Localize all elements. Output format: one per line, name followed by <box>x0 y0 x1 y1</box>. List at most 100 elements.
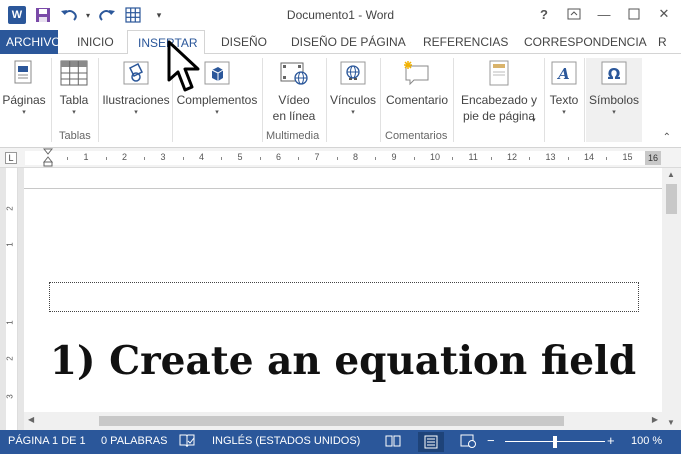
scroll-right-icon[interactable]: ▶ <box>652 415 658 424</box>
group-separator <box>326 58 327 142</box>
ruler-number: 11 <box>468 152 478 162</box>
tab-diseno-de-pagina[interactable]: DISEÑO DE PÁGINA <box>281 30 416 54</box>
vruler-number: 1 <box>5 242 15 247</box>
horizontal-scrollbar[interactable]: ◀ ▶ <box>24 412 662 430</box>
vertical-scrollbar[interactable]: ▲ ▼ <box>662 168 681 430</box>
text-box-icon: A <box>549 58 579 88</box>
online-video-button[interactable]: Vídeo en línea <box>268 58 320 124</box>
text-button[interactable]: A Texto ▾ <box>546 58 582 118</box>
zoom-in-button[interactable]: + <box>607 433 615 448</box>
ruler-number: 8 <box>353 152 359 162</box>
ruler-number: 10 <box>430 152 441 162</box>
ruler-tick <box>413 157 415 160</box>
group-separator <box>584 58 585 142</box>
online-video-icon <box>279 58 309 88</box>
table-icon <box>59 58 89 88</box>
tab-referencias[interactable]: REFERENCIAS <box>413 30 518 54</box>
ruler-tick <box>259 157 261 160</box>
omega-icon: Ω <box>599 58 629 88</box>
ruler-tick <box>490 157 492 160</box>
group-separator <box>51 58 52 142</box>
ruler-number: 7 <box>314 152 320 162</box>
table-button[interactable]: Tabla ▾ <box>54 58 94 118</box>
symbols-button[interactable]: Ω Símbolos ▾ <box>586 58 642 142</box>
help-button[interactable]: ? <box>531 3 557 25</box>
ribbon-insertar: Páginas ▾ Tabla ▾ Tablas Ilustraciones ▾… <box>0 54 681 148</box>
group-separator <box>380 58 381 142</box>
vertical-scroll-thumb[interactable] <box>666 184 677 214</box>
horizontal-ruler[interactable]: L 1 2 3 4 5 6 7 8 9 10 11 12 13 14 15 16 <box>0 148 681 168</box>
tab-selector[interactable]: L <box>5 152 17 164</box>
ruler-strip <box>25 151 661 165</box>
vertical-ruler[interactable]: 2 1 1 2 3 <box>6 168 18 430</box>
scroll-up-icon[interactable]: ▲ <box>667 170 675 179</box>
ruler-number: 3 <box>160 152 166 162</box>
collapse-ribbon-icon[interactable]: ⌃ <box>663 132 671 143</box>
read-mode-icon[interactable] <box>385 434 401 451</box>
ruler-tick <box>221 157 223 160</box>
ruler-number: 13 <box>545 152 556 162</box>
illustrations-button[interactable]: Ilustraciones ▾ <box>101 58 171 118</box>
tab-archivo[interactable]: ARCHIVO <box>0 30 61 54</box>
ruler-number: 5 <box>237 152 243 162</box>
zoom-out-button[interactable]: − <box>487 433 495 448</box>
group-label-comentarios: Comentarios <box>385 130 448 142</box>
ruler-number: 9 <box>391 152 397 162</box>
tab-inicio[interactable]: INICIO <box>67 30 124 54</box>
ruler-tick <box>182 157 184 160</box>
new-comment-icon <box>402 58 432 88</box>
word-count[interactable]: 0 PALABRAS <box>101 435 167 447</box>
ruler-number: 4 <box>199 152 205 162</box>
proofing-icon[interactable] <box>179 434 195 451</box>
ribbon-display-options-icon[interactable] <box>561 3 587 25</box>
scroll-left-icon[interactable]: ◀ <box>28 415 34 424</box>
group-separator <box>262 58 263 142</box>
comment-button[interactable]: Comentario <box>383 58 451 108</box>
ruler-number: 1 <box>83 152 89 162</box>
print-layout-icon[interactable] <box>418 432 444 452</box>
ruler-number: 6 <box>276 152 282 162</box>
store-icon <box>202 58 232 88</box>
ruler-number: 15 <box>622 152 633 162</box>
title-bar: W ▾ ▾ Documento1 - Word ? — ✕ <box>0 0 681 30</box>
language[interactable]: INGLÉS (ESTADOS UNIDOS) <box>212 435 360 447</box>
close-button[interactable]: ✕ <box>651 3 677 25</box>
pages-button[interactable]: Páginas ▾ <box>2 58 46 118</box>
restore-icon[interactable] <box>621 3 647 25</box>
horizontal-scroll-thumb[interactable] <box>99 416 564 426</box>
header-footer-icon <box>484 58 514 88</box>
ruler-number: 12 <box>507 152 518 162</box>
zoom-slider-thumb[interactable] <box>553 436 557 448</box>
tab-diseno[interactable]: DISEÑO <box>211 30 277 54</box>
group-separator <box>98 58 99 142</box>
group-separator <box>453 58 454 142</box>
tab-correspondencia[interactable]: CORRESPONDENCIA <box>514 30 657 54</box>
ruler-tick <box>336 157 338 160</box>
document-page[interactable]: 1) Create an equation field <box>24 168 662 412</box>
page-count[interactable]: PÁGINA 1 DE 1 <box>8 435 86 447</box>
tab-revisar-partial[interactable]: R <box>654 30 671 54</box>
ribbon-tabs: ARCHIVO INICIO INSERTAR DISEÑO DISEÑO DE… <box>0 30 681 55</box>
ruler-tick <box>606 157 608 160</box>
ruler-tick <box>105 157 107 160</box>
ruler-number: 2 <box>122 152 128 162</box>
header-footer-dropdown-icon[interactable]: ▾ <box>532 116 536 124</box>
indent-marker-icon[interactable] <box>43 148 53 168</box>
status-bar: PÁGINA 1 DE 1 0 PALABRAS INGLÉS (ESTADOS… <box>0 430 681 454</box>
links-button[interactable]: Vínculos ▾ <box>328 58 378 118</box>
links-icon <box>338 58 368 88</box>
header-footer-button[interactable]: Encabezado y pie de página <box>456 58 542 124</box>
web-layout-icon[interactable] <box>460 434 476 451</box>
equation-field[interactable] <box>49 282 639 312</box>
page-margin-line <box>24 188 662 189</box>
zoom-level[interactable]: 100 % <box>631 435 662 447</box>
vruler-number: 3 <box>5 394 15 399</box>
minimize-button[interactable]: — <box>591 3 617 25</box>
ruler-tick <box>567 157 569 160</box>
group-separator <box>544 58 545 142</box>
ruler-tick <box>375 157 377 160</box>
scroll-down-icon[interactable]: ▼ <box>667 418 675 427</box>
vruler-number: 1 <box>5 320 15 325</box>
document-area: 2 1 1 2 3 1) Create an equation field ▲ ▼ ◀ … <box>0 168 681 430</box>
svg-text:A: A <box>556 65 570 83</box>
